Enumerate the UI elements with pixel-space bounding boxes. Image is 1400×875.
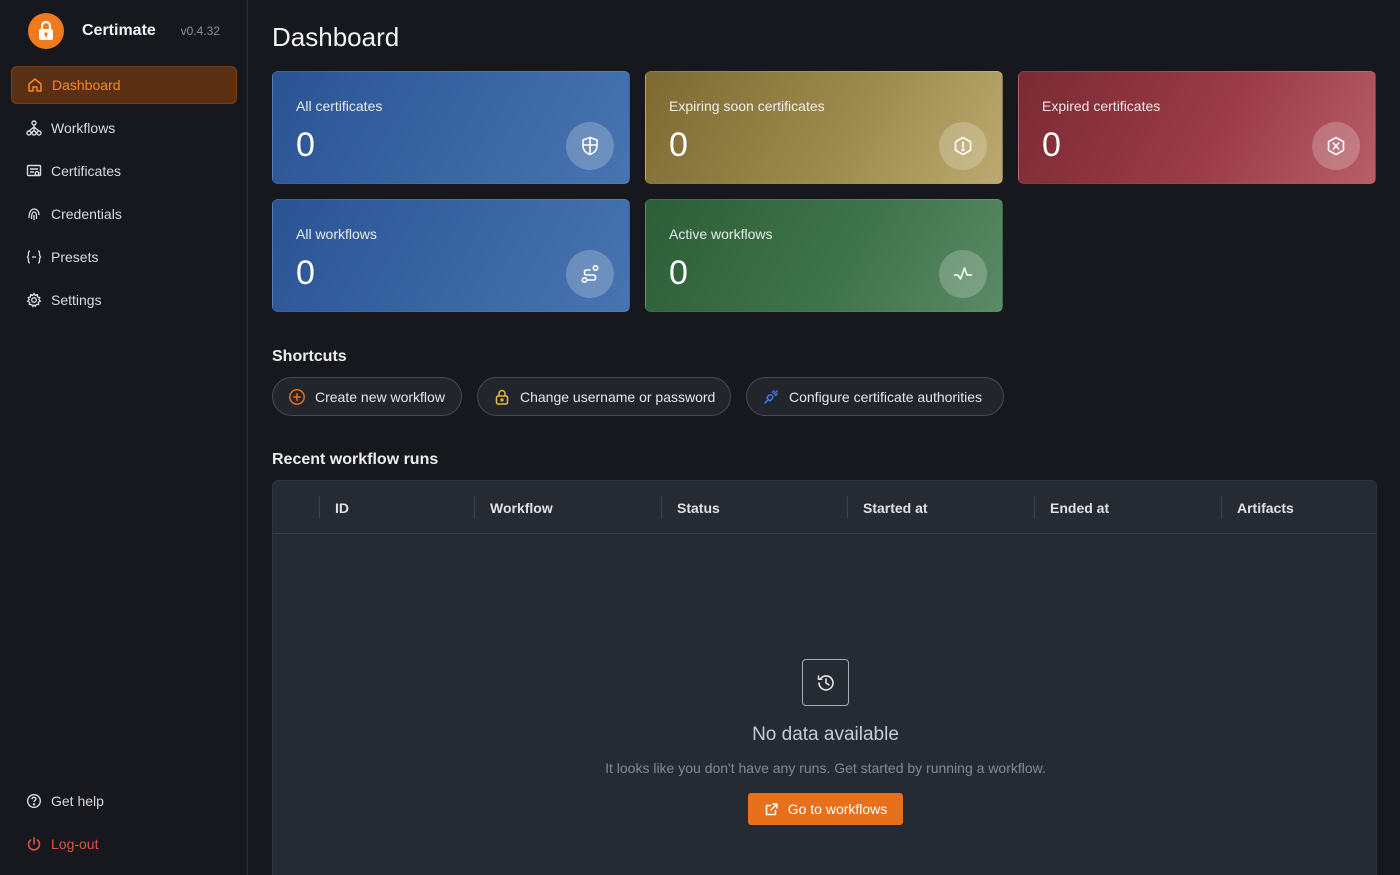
plus-circle-icon bbox=[288, 388, 306, 406]
sidebar-item-settings[interactable]: Settings bbox=[11, 281, 237, 319]
shortcut-label: Create new workflow bbox=[315, 388, 445, 405]
lock-logo-icon bbox=[28, 13, 64, 49]
sidebar-item-dashboard[interactable]: Dashboard bbox=[11, 66, 237, 104]
stat-value: 0 bbox=[296, 254, 315, 292]
workflow-icon bbox=[26, 120, 42, 136]
stat-label: All certificates bbox=[296, 98, 383, 114]
stat-value: 0 bbox=[296, 126, 315, 164]
home-icon bbox=[27, 77, 43, 93]
app-root: Certimate v0.4.32 Dashboard Workflows Ce… bbox=[0, 0, 1400, 875]
plug-icon bbox=[762, 388, 780, 406]
sidebar-item-label: Settings bbox=[51, 292, 102, 308]
empty-state: No data available It looks like you don'… bbox=[273, 659, 1378, 825]
stat-card-expired[interactable]: Expired certificates 0 bbox=[1018, 71, 1376, 184]
hexagon-x-icon bbox=[1312, 122, 1360, 170]
sidebar-item-certificates[interactable]: Certificates bbox=[11, 152, 237, 190]
column-header-label: Artifacts bbox=[1237, 499, 1294, 516]
power-icon bbox=[26, 836, 42, 852]
column-separator bbox=[319, 496, 320, 519]
stat-card-active-workflows[interactable]: Active workflows 0 bbox=[645, 199, 1003, 312]
sidebar-bottom-nav: Get help Log-out bbox=[11, 782, 237, 868]
recent-runs-title: Recent workflow runs bbox=[272, 451, 439, 468]
column-header-label: Status bbox=[677, 499, 720, 516]
sidebar-item-label: Dashboard bbox=[52, 77, 121, 93]
column-header-label: Workflow bbox=[490, 499, 553, 516]
stat-card-all-certificates[interactable]: All certificates 0 bbox=[272, 71, 630, 184]
sidebar-item-label: Credentials bbox=[51, 206, 122, 222]
change-credentials-button[interactable]: Change username or password bbox=[477, 377, 731, 416]
sidebar-item-credentials[interactable]: Credentials bbox=[11, 195, 237, 233]
shortcut-label: Change username or password bbox=[520, 388, 716, 405]
sidebar-nav: Dashboard Workflows Certificates Credent… bbox=[11, 66, 237, 324]
stat-label: All workflows bbox=[296, 226, 377, 242]
column-header-label: Ended at bbox=[1050, 499, 1110, 516]
column-header-label: Started at bbox=[863, 499, 928, 516]
stat-label: Active workflows bbox=[669, 226, 773, 242]
help-circle-icon bbox=[26, 793, 42, 809]
recent-runs-table: ID Workflow Status Started at Ended at A… bbox=[272, 480, 1377, 875]
sidebar-item-logout[interactable]: Log-out bbox=[11, 825, 237, 863]
shield-icon bbox=[566, 122, 614, 170]
configure-ca-button[interactable]: Configure certificate authorities bbox=[746, 377, 1004, 416]
column-separator bbox=[474, 496, 475, 519]
column-header-ended-at[interactable]: Ended at bbox=[1034, 481, 1110, 534]
column-separator bbox=[1034, 496, 1035, 519]
go-to-workflows-label: Go to workflows bbox=[787, 801, 888, 817]
stat-value: 0 bbox=[1042, 126, 1061, 164]
stat-label: Expiring soon certificates bbox=[669, 98, 825, 114]
page-title: Dashboard bbox=[272, 22, 400, 52]
stat-card-all-workflows[interactable]: All workflows 0 bbox=[272, 199, 630, 312]
hexagon-alert-icon bbox=[939, 122, 987, 170]
shortcut-label: Configure certificate authorities bbox=[789, 388, 982, 405]
brand-version: v0.4.32 bbox=[180, 24, 220, 38]
history-icon bbox=[802, 659, 849, 706]
braces-icon bbox=[26, 249, 42, 265]
create-workflow-button[interactable]: Create new workflow bbox=[272, 377, 462, 416]
table-header: ID Workflow Status Started at Ended at A… bbox=[273, 481, 1376, 534]
sidebar-item-presets[interactable]: Presets bbox=[11, 238, 237, 276]
fingerprint-icon bbox=[26, 206, 42, 222]
column-separator bbox=[661, 496, 662, 519]
sidebar-item-get-help[interactable]: Get help bbox=[11, 782, 237, 820]
route-icon bbox=[566, 250, 614, 298]
empty-state-title: No data available bbox=[752, 724, 899, 745]
column-separator bbox=[1221, 496, 1222, 519]
column-header-id[interactable]: ID bbox=[319, 481, 349, 534]
column-separator bbox=[847, 496, 848, 519]
brand[interactable]: Certimate v0.4.32 bbox=[28, 13, 228, 49]
external-link-icon bbox=[764, 802, 779, 817]
stat-card-expiring-soon[interactable]: Expiring soon certificates 0 bbox=[645, 71, 1003, 184]
sidebar-item-label: Log-out bbox=[51, 836, 99, 852]
activity-icon bbox=[939, 250, 987, 298]
column-header-label: ID bbox=[335, 499, 349, 516]
stat-value: 0 bbox=[669, 254, 688, 292]
sidebar-item-workflows[interactable]: Workflows bbox=[11, 109, 237, 147]
stat-value: 0 bbox=[669, 126, 688, 164]
gear-icon bbox=[26, 292, 42, 308]
stat-label: Expired certificates bbox=[1042, 98, 1161, 114]
sidebar-item-label: Get help bbox=[51, 793, 104, 809]
sidebar-item-label: Presets bbox=[51, 249, 99, 265]
lock-icon bbox=[493, 388, 511, 406]
shortcuts-title: Shortcuts bbox=[272, 348, 347, 365]
column-header-started-at[interactable]: Started at bbox=[847, 481, 928, 534]
sidebar-item-label: Workflows bbox=[51, 120, 116, 136]
column-header-workflow[interactable]: Workflow bbox=[474, 481, 553, 534]
sidebar: Certimate v0.4.32 Dashboard Workflows Ce… bbox=[0, 0, 248, 875]
column-header-status[interactable]: Status bbox=[661, 481, 720, 534]
brand-name: Certimate bbox=[82, 22, 156, 39]
certificate-icon bbox=[26, 163, 42, 179]
sidebar-item-label: Certificates bbox=[51, 163, 122, 179]
empty-state-description: It looks like you don't have any runs. G… bbox=[605, 760, 1046, 776]
column-header-artifacts[interactable]: Artifacts bbox=[1221, 481, 1294, 534]
go-to-workflows-button[interactable]: Go to workflows bbox=[747, 793, 904, 825]
